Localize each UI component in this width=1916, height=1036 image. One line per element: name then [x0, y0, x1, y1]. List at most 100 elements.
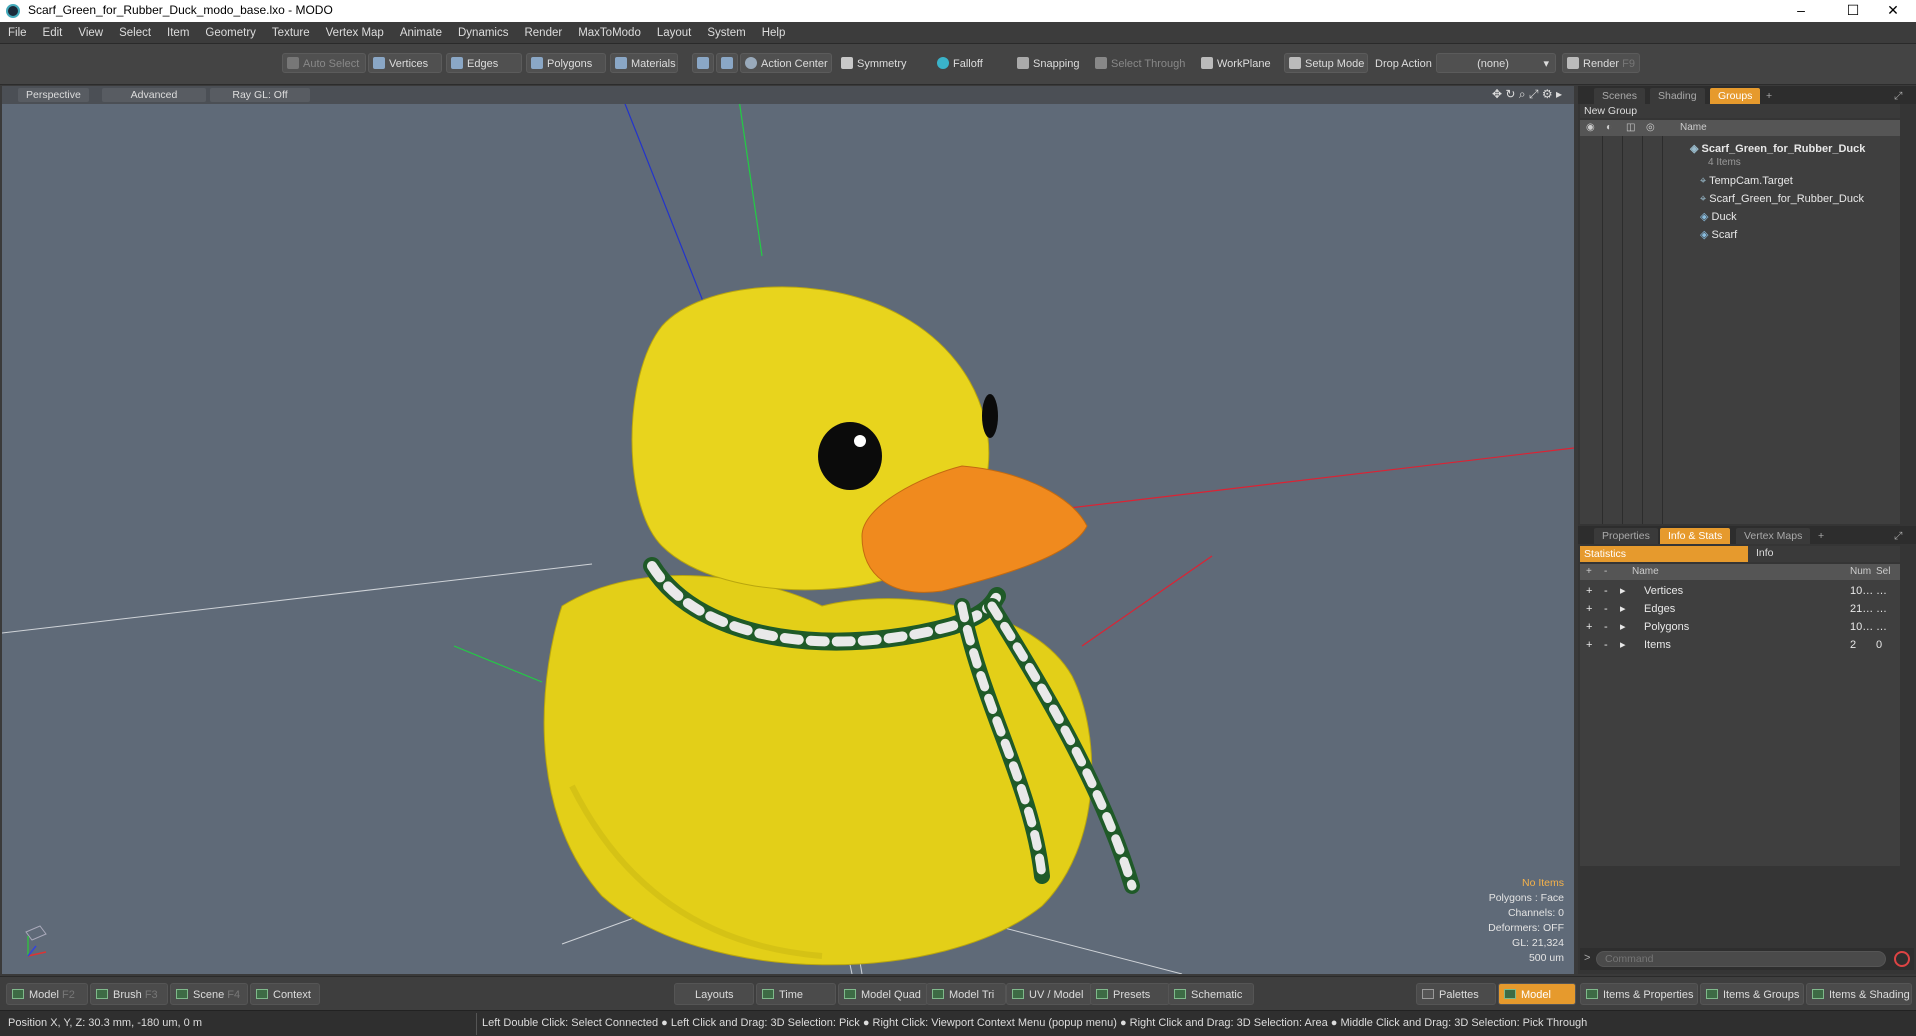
- auto-select-button[interactable]: Auto Select: [282, 53, 366, 73]
- workplane-button[interactable]: WorkPlane: [1196, 53, 1274, 73]
- tab-groups[interactable]: Groups: [1710, 88, 1761, 104]
- duck-eye-highlight: [854, 435, 866, 447]
- gear-icon[interactable]: ⚙: [1542, 87, 1553, 101]
- palettes-button[interactable]: Palettes: [1416, 983, 1496, 1005]
- brush-layout-button[interactable]: Brush F3: [90, 983, 168, 1005]
- pan-icon[interactable]: ✥: [1492, 87, 1502, 101]
- add-tab-icon[interactable]: +: [1758, 88, 1780, 104]
- maximize-panel-icon[interactable]: ⤢: [1886, 88, 1910, 104]
- materials-button[interactable]: Materials: [610, 53, 678, 73]
- scene-render[interactable]: [2, 86, 1574, 974]
- snapping-button[interactable]: Snapping: [1012, 53, 1094, 73]
- viewport-tab-raygl[interactable]: Ray GL: Off: [210, 88, 310, 102]
- tab-shading[interactable]: Shading: [1650, 88, 1705, 104]
- list-item[interactable]: ⌖ Scarf_Green_for_Rubber_Duck: [1700, 190, 1864, 208]
- render-button[interactable]: Render F9: [1562, 53, 1640, 73]
- 3d-viewport[interactable]: Perspective Advanced Ray GL: Off ✥ ↻ ⌕ ⤢…: [2, 86, 1574, 974]
- expand-all-icon[interactable]: +: [1586, 564, 1592, 580]
- layout-icon: [762, 989, 774, 999]
- action-center-button[interactable]: Action Center: [740, 53, 832, 73]
- command-prompt-icon: >: [1584, 952, 1591, 964]
- falloff-button[interactable]: Falloff: [932, 53, 1004, 73]
- table-row[interactable]: + - ▸ Polygons 10……: [1580, 618, 1900, 636]
- menu-vertex-map[interactable]: Vertex Map: [318, 22, 392, 44]
- collapse-all-icon[interactable]: -: [1604, 564, 1607, 580]
- select-through-button[interactable]: Select Through: [1090, 53, 1190, 73]
- command-input[interactable]: [1596, 951, 1886, 967]
- menu-geometry[interactable]: Geometry: [197, 22, 264, 44]
- presets-button[interactable]: Presets: [1090, 983, 1170, 1005]
- list-item[interactable]: ◈ Duck: [1700, 208, 1737, 226]
- menu-edit[interactable]: Edit: [35, 22, 71, 44]
- expand-arrow-icon[interactable]: ▸: [1556, 87, 1562, 101]
- menu-item[interactable]: Item: [159, 22, 197, 44]
- menu-system[interactable]: System: [699, 22, 753, 44]
- position-readout: Position X, Y, Z: 30.3 mm, -180 um, 0 m: [8, 1017, 203, 1029]
- vertices-button[interactable]: Vertices: [368, 53, 442, 73]
- time-button[interactable]: Time: [756, 983, 836, 1005]
- record-icon[interactable]: [1894, 951, 1910, 967]
- tab-scenes[interactable]: Scenes: [1594, 88, 1646, 104]
- model-active-button[interactable]: Model: [1498, 983, 1576, 1005]
- axis-gizmo-icon: [25, 925, 47, 957]
- menu-render[interactable]: Render: [516, 22, 570, 44]
- info-subtab[interactable]: Info: [1756, 547, 1774, 559]
- model-layout-button[interactable]: Model F2: [6, 983, 88, 1005]
- palettes-icon: [1422, 989, 1434, 999]
- fit-icon[interactable]: ⤢: [1529, 87, 1539, 101]
- menu-select[interactable]: Select: [111, 22, 159, 44]
- items-shading-button[interactable]: Items & Shading: [1806, 983, 1912, 1005]
- model-quad-button[interactable]: Model Quad: [838, 983, 928, 1005]
- menu-dynamics[interactable]: Dynamics: [450, 22, 516, 44]
- name-column-header[interactable]: Name: [1680, 120, 1707, 136]
- add-tab-icon[interactable]: +: [1810, 528, 1832, 544]
- tab-vertex-maps[interactable]: Vertex Maps: [1736, 528, 1811, 544]
- select-mode-a-button[interactable]: [692, 53, 714, 73]
- menu-file[interactable]: File: [0, 22, 35, 44]
- menu-help[interactable]: Help: [754, 22, 794, 44]
- context-layout-button[interactable]: Context: [250, 983, 320, 1005]
- layout-icon: [176, 989, 188, 999]
- schematic-button[interactable]: Schematic: [1168, 983, 1254, 1005]
- zoom-icon[interactable]: ⌕: [1519, 87, 1526, 101]
- edges-button[interactable]: Edges: [446, 53, 522, 73]
- uv-model-button[interactable]: UV / Model: [1006, 983, 1092, 1005]
- layouts-button[interactable]: Layouts: [674, 983, 754, 1005]
- symmetry-button[interactable]: Symmetry: [836, 53, 920, 73]
- tab-properties[interactable]: Properties: [1594, 528, 1658, 544]
- menu-layout[interactable]: Layout: [649, 22, 700, 44]
- rotate-icon[interactable]: ↻: [1505, 87, 1515, 101]
- maximize-panel-icon[interactable]: ⤢: [1886, 528, 1910, 544]
- drop-action-select[interactable]: (none) ▾: [1436, 53, 1556, 73]
- menu-view[interactable]: View: [70, 22, 111, 44]
- duck-eye-right: [982, 394, 998, 438]
- menu-maxtomodo[interactable]: MaxToModo: [570, 22, 649, 44]
- table-row[interactable]: + - ▸ Vertices 10……: [1580, 582, 1900, 600]
- table-row[interactable]: + - ▸ Items 2 0: [1580, 636, 1900, 654]
- statistics-subtab[interactable]: Statistics: [1580, 546, 1748, 562]
- tab-info-stats[interactable]: Info & Stats: [1660, 528, 1731, 544]
- menu-texture[interactable]: Texture: [264, 22, 318, 44]
- close-button[interactable]: ✕: [1870, 0, 1916, 22]
- list-item-label: Scarf: [1711, 229, 1738, 241]
- expand-arrow-icon: ▸: [1620, 585, 1626, 597]
- viewport-tab-advanced[interactable]: Advanced: [102, 88, 206, 102]
- list-item[interactable]: ⌖ TempCam.Target: [1700, 172, 1793, 190]
- scene-layout-button[interactable]: Scene F4: [170, 983, 248, 1005]
- select-mode-b-button[interactable]: [716, 53, 738, 73]
- viewport-tab-perspective[interactable]: Perspective: [18, 88, 89, 102]
- new-group-button[interactable]: New Group: [1580, 104, 1900, 118]
- y-axis-line: [736, 86, 763, 257]
- setup-mode-button[interactable]: Setup Mode: [1284, 53, 1368, 73]
- group-icon: ◈: [1690, 143, 1699, 155]
- minimize-button[interactable]: –: [1778, 0, 1824, 22]
- items-properties-button[interactable]: Items & Properties: [1580, 983, 1698, 1005]
- polygons-mode-label: Polygons : Face: [1488, 892, 1564, 904]
- items-groups-button[interactable]: Items & Groups: [1700, 983, 1804, 1005]
- menu-animate[interactable]: Animate: [392, 22, 450, 44]
- properties-tabs: Properties Info & Stats Vertex Maps + ⤢: [1578, 526, 1916, 544]
- table-row[interactable]: + - ▸ Edges 21……: [1580, 600, 1900, 618]
- polygons-button[interactable]: Polygons: [526, 53, 606, 73]
- model-tri-button[interactable]: Model Tri: [926, 983, 1006, 1005]
- list-item[interactable]: ◈ Scarf: [1700, 226, 1737, 244]
